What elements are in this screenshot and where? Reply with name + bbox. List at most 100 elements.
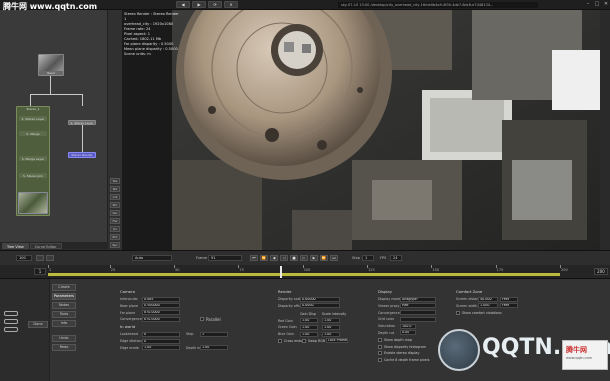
refresh-button[interactable]: ⟳ [208,1,222,8]
edge-erode-field[interactable]: 1.00 [142,345,180,351]
far-plane-field[interactable]: 870.0000 [142,310,180,316]
timeline-start-field[interactable]: 1 [34,268,46,275]
in-world-step-field[interactable]: 1 [200,331,228,337]
play-back-button[interactable]: ◁ [280,255,288,261]
show-depth-map-checkbox[interactable] [378,337,382,342]
tab-tree-view[interactable]: Tree View [2,243,29,249]
viewer-proxy-select[interactable]: Half [400,303,436,309]
edge-dilation-field[interactable]: 0 [142,338,180,344]
display-mode-select[interactable]: Anaglyph [400,296,436,302]
first-frame-button[interactable]: ⏮ [250,255,258,261]
display-title: Display [378,289,392,294]
swap-rgb-checkbox[interactable] [302,338,306,343]
viewer-scrollbar[interactable] [600,10,610,250]
side-node[interactable]: S. Stereo Layer [68,120,96,125]
stop-playback-button[interactable]: ■ [290,255,298,261]
lock-profile-button[interactable]: Lock Profile [326,338,348,344]
disparity-offset-field[interactable]: 0.0000 [300,303,340,309]
stereo-render-image[interactable] [172,10,600,250]
channel-button[interactable] [46,255,54,261]
last-frame-button[interactable]: ⏭ [330,255,338,261]
depth-in-field[interactable]: 1.00 [200,345,228,351]
depth-cut-field[interactable]: 0.00 [400,330,416,336]
close-window-button[interactable]: ✕ [603,1,609,7]
near-plane-field[interactable]: 0.500000 [142,303,180,309]
grid-color-label: Grid color [378,317,395,322]
red-scale-field[interactable]: 1.00 [322,318,340,324]
next-frame-button[interactable]: ▶ [310,255,318,261]
output-thumbnail-node[interactable] [18,192,48,214]
cross-ends-checkbox[interactable] [278,338,282,343]
stop-button[interactable]: ✕ [224,1,238,8]
timeline-end-field[interactable]: 200 [594,268,608,275]
stereo-join-node[interactable]: S. Stereo Join [19,173,47,178]
file-path-field[interactable]: sky-07-10 13:00 /desktop/city_overhead_c… [338,2,538,8]
maximize-button[interactable]: □ [594,1,600,7]
green-gain-field[interactable]: 1.00 [300,324,318,330]
screen-width-field[interactable]: 1.000 [478,303,498,309]
step-field[interactable]: 1 [362,255,374,261]
view-select[interactable]: Auto [132,255,172,261]
link-icon[interactable] [4,327,18,332]
color-swatch-button[interactable] [36,255,44,261]
swap-rgb-label: Swap RGB [308,338,326,343]
side-button-tex[interactable]: Tex [110,178,120,184]
screen-distance-unit-select[interactable]: Feet [500,296,518,302]
forward-button[interactable]: ▶ [192,1,206,8]
side-button-vec[interactable]: Vec [110,210,120,216]
tab-undo[interactable]: Undo [52,335,76,342]
merge-layer-node[interactable]: S. Merge Layer [19,156,47,161]
fps-field[interactable]: 24 [390,255,402,261]
convergence-field[interactable]: 870.0000 [142,316,180,322]
red-gain-field[interactable]: 1.00 [300,318,318,324]
playhead[interactable] [279,266,282,278]
tab-redo[interactable]: Redo [52,344,76,351]
minimize-button[interactable]: – [585,1,591,7]
done-button[interactable]: Done [28,321,48,328]
side-button-flw[interactable]: Flw [110,218,120,224]
tab-create[interactable]: Create [52,284,76,291]
side-button-nd[interactable]: Nd [110,186,120,192]
stereo-layer-node[interactable]: S. Stereo Layer [19,116,47,121]
prev-frame-button[interactable]: ◀ [270,255,278,261]
show-comfort-checkbox[interactable] [456,310,460,315]
enable-stereo-checkbox[interactable] [378,351,382,356]
play-button[interactable]: ▷ [300,255,308,261]
grid-color-field[interactable] [400,316,436,322]
tab-notes[interactable]: Notes [52,302,76,309]
side-button-col[interactable]: Col [110,194,120,200]
prev-key-button[interactable]: ⏪ [260,255,268,261]
display-convergence-field[interactable] [400,310,436,316]
side-button-uv[interactable]: Uv [110,226,120,232]
lookahead-field[interactable]: 0 [142,331,180,337]
blue-scale-field[interactable]: 1.00 [322,331,340,337]
screen-width-unit-select[interactable]: Feet [500,303,518,309]
side-button-shr[interactable]: Shr [110,202,120,208]
green-scale-field[interactable]: 1.00 [322,324,340,330]
side-button-ent[interactable]: Ent [110,234,120,240]
back-button[interactable]: ◀ [176,1,190,8]
saturation-field[interactable]: 100.0 [400,323,416,329]
node-graph-panel[interactable]: Read Stereo_1 S. Stereo Layer S. Merge S… [0,10,108,242]
tab-tools[interactable]: Tools [52,311,76,318]
interocular-field[interactable]: 0.065 [142,296,180,302]
blue-gain-field[interactable]: 1.00 [300,331,318,337]
merge-node[interactable]: S. Merge [19,131,47,136]
tab-info[interactable]: Info [52,320,76,327]
link-icon[interactable] [4,319,18,324]
link-icon[interactable] [4,311,18,316]
tab-parameters[interactable]: Parameters [52,293,76,300]
parallel-checkbox[interactable] [200,317,204,322]
next-key-button[interactable]: ⏩ [320,255,328,261]
screen-distance-field[interactable]: 40.000 [478,296,498,302]
disparity-scale-field[interactable]: 0.00000 [300,296,340,302]
show-histogram-checkbox[interactable] [378,344,382,349]
read-node[interactable]: Read [38,54,64,76]
timeline-range-bar[interactable] [48,273,560,276]
stereo-render-node[interactable]: Stereo Render [68,152,96,158]
tab-curve-editor[interactable]: Curve Editor [29,243,62,249]
side-button-spc[interactable]: Spc [110,242,120,248]
cache-depth-checkbox[interactable] [378,358,382,363]
frame-field[interactable]: 91 [208,255,242,261]
zoom-field[interactable]: 100 [16,255,32,261]
